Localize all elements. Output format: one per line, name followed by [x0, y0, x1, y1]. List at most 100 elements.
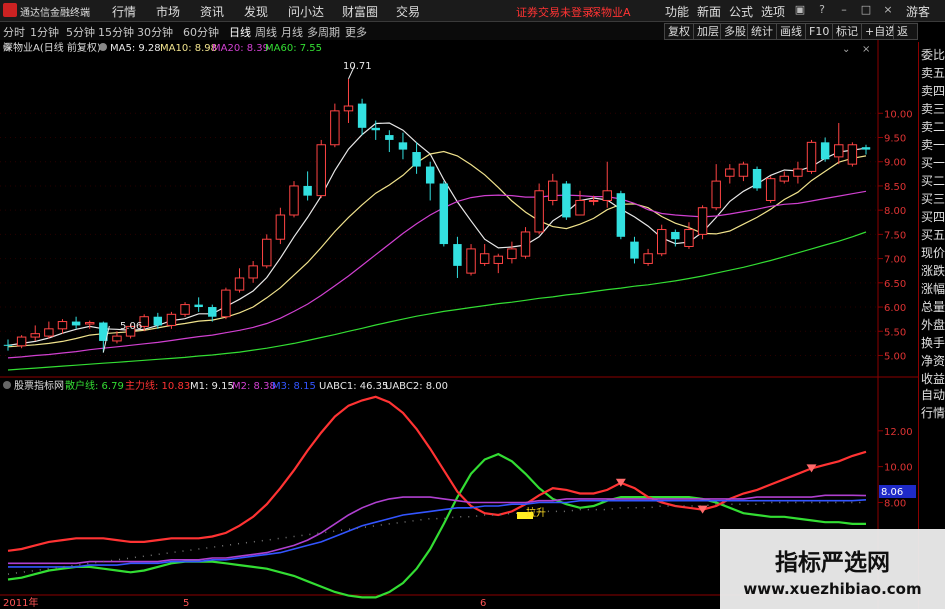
period-tab[interactable]: 60分钟	[183, 24, 219, 40]
candle-body	[834, 144, 844, 158]
candle-body	[412, 152, 421, 167]
candle	[534, 183, 544, 235]
candle	[316, 139, 326, 199]
y-axis-label: 7.00	[884, 255, 906, 266]
candle-body	[343, 105, 354, 112]
sidebar-item[interactable]: 卖五	[921, 64, 945, 81]
candle-body	[30, 333, 40, 338]
candle	[847, 142, 858, 167]
menu-item[interactable]: 交易	[396, 3, 420, 20]
user-label[interactable]: 游客	[906, 3, 930, 20]
main-chart-close-icon[interactable]: ×	[862, 44, 870, 55]
sidebar-item[interactable]: 买一	[921, 154, 945, 171]
period-tab[interactable]: 月线	[281, 24, 303, 40]
quote-sidebar: 委比 卖五 卖四 卖三 卖二 卖一 买一 买二 买三 买四 买五 现价 涨跌 涨…	[918, 42, 945, 609]
sidebar-item[interactable]: 外盘	[921, 316, 945, 333]
sub-legend-toggle-icon[interactable]	[3, 381, 11, 389]
sidebar-item[interactable]: 行情	[921, 404, 945, 421]
legend-main-line: 主力线: 10.83	[125, 379, 190, 392]
sidebar-item[interactable]: 卖二	[921, 118, 945, 135]
tool-mark-button[interactable]: 标记	[832, 23, 862, 40]
menu-formula[interactable]: 公式	[729, 3, 753, 20]
sidebar-item[interactable]: 涨跌	[921, 262, 945, 279]
tool-stats-button[interactable]: 统计	[747, 23, 777, 40]
candle-body	[520, 231, 531, 257]
sidebar-item[interactable]: 买五	[921, 226, 945, 243]
sidebar-item[interactable]: 自动	[921, 386, 945, 403]
y-axis-label: 5.50	[884, 327, 906, 338]
title-bar: 通达信金融终端 行情 市场 资讯 发现 问小达 财富圈 交易 证券交易未登录 深…	[0, 0, 945, 22]
candle	[520, 227, 531, 259]
back-button[interactable]: 返回	[893, 23, 918, 53]
period-tab-active[interactable]: 日线	[229, 24, 251, 40]
legend-ma20: MA20: 8.39	[212, 43, 269, 54]
period-tab[interactable]: 30分钟	[137, 24, 173, 40]
minimize-icon[interactable]: –	[837, 3, 851, 17]
menu-item[interactable]: 财富圈	[342, 3, 378, 20]
tool-multi-button[interactable]: 多股	[720, 23, 750, 40]
maximize-icon[interactable]: □	[859, 3, 873, 17]
candle-body	[398, 142, 408, 150]
candle-body	[425, 166, 435, 184]
candle	[616, 190, 626, 240]
login-notice[interactable]: 证券交易未登录	[516, 4, 593, 20]
y-axis-label: 7.50	[884, 230, 906, 241]
sidebar-item[interactable]: 卖一	[921, 136, 945, 153]
sidebar-item[interactable]: 总量	[921, 298, 945, 315]
candle-body	[779, 175, 790, 182]
period-tab[interactable]: 周线	[255, 24, 277, 40]
candle	[180, 302, 190, 317]
help-icon[interactable]: ?	[815, 3, 829, 17]
y-axis-label: 10.00	[884, 109, 913, 120]
sidebar-item[interactable]: 涨幅	[921, 280, 945, 297]
sidebar-item[interactable]: 委比	[921, 46, 945, 63]
period-tab[interactable]: 15分钟	[98, 24, 134, 40]
tool-adjust-button[interactable]: 复权	[664, 23, 694, 40]
menu-item[interactable]: 问小达	[288, 3, 324, 20]
sidebar-item[interactable]: 买二	[921, 172, 945, 189]
low-annotation: 5.06	[120, 321, 142, 332]
period-tab[interactable]: 更多	[345, 24, 367, 40]
candle-body	[643, 253, 653, 264]
period-tab[interactable]: 5分钟	[66, 24, 95, 40]
menu-item[interactable]: 资讯	[200, 3, 224, 20]
candle-body	[303, 185, 312, 196]
period-tab[interactable]: 分时	[3, 24, 25, 40]
sidebar-item[interactable]: 收益	[921, 370, 945, 387]
menu-new-page[interactable]: 新面	[697, 3, 721, 20]
high-annotation: 10.71	[343, 61, 372, 72]
main-chart-dropdown-icon[interactable]: ⌄	[842, 44, 850, 55]
candle	[752, 166, 762, 191]
sidebar-item[interactable]: 现价	[921, 244, 945, 261]
main-legend-stock: 深物业A(日线 前复权)	[3, 41, 101, 54]
ma-settings-icon[interactable]	[99, 43, 107, 51]
candle-body	[765, 178, 776, 201]
sidebar-item[interactable]: 买四	[921, 208, 945, 225]
candle-body	[738, 163, 749, 177]
period-tab[interactable]: 1分钟	[30, 24, 59, 40]
y-axis-label: 8.00	[884, 206, 906, 217]
skin-icon[interactable]: ▣	[793, 3, 807, 17]
sidebar-item[interactable]: 净资	[921, 352, 945, 369]
menu-item[interactable]: 行情	[112, 3, 136, 20]
menu-item[interactable]: 市场	[156, 3, 180, 20]
sidebar-item[interactable]: 卖四	[921, 82, 945, 99]
menu-function[interactable]: 功能	[665, 3, 689, 20]
candle-body	[248, 265, 258, 279]
candle	[262, 234, 272, 269]
sidebar-item[interactable]: 卖三	[921, 100, 945, 117]
tool-overlay-button[interactable]: 加层	[693, 23, 723, 40]
sidebar-item[interactable]: 买三	[921, 190, 945, 207]
menu-item[interactable]: 发现	[244, 3, 268, 20]
rise-signal-label: 拉升	[526, 506, 546, 519]
sub-value-text: 8.06	[881, 487, 903, 498]
sidebar-item[interactable]: 换手	[921, 334, 945, 351]
chart-area[interactable]: 深物业A(日线 前复权) MA5: 9.28 MA10: 8.98 MA20: …	[0, 40, 918, 609]
close-icon[interactable]: ×	[881, 3, 895, 17]
menu-options[interactable]: 选项	[761, 3, 785, 20]
period-tab[interactable]: 多周期	[307, 24, 340, 40]
tool-f10-button[interactable]: F10	[805, 23, 834, 40]
tool-draw-button[interactable]: 画线	[776, 23, 806, 40]
legend-ma5: MA5: 9.28	[110, 43, 161, 54]
candle-body	[371, 127, 380, 131]
